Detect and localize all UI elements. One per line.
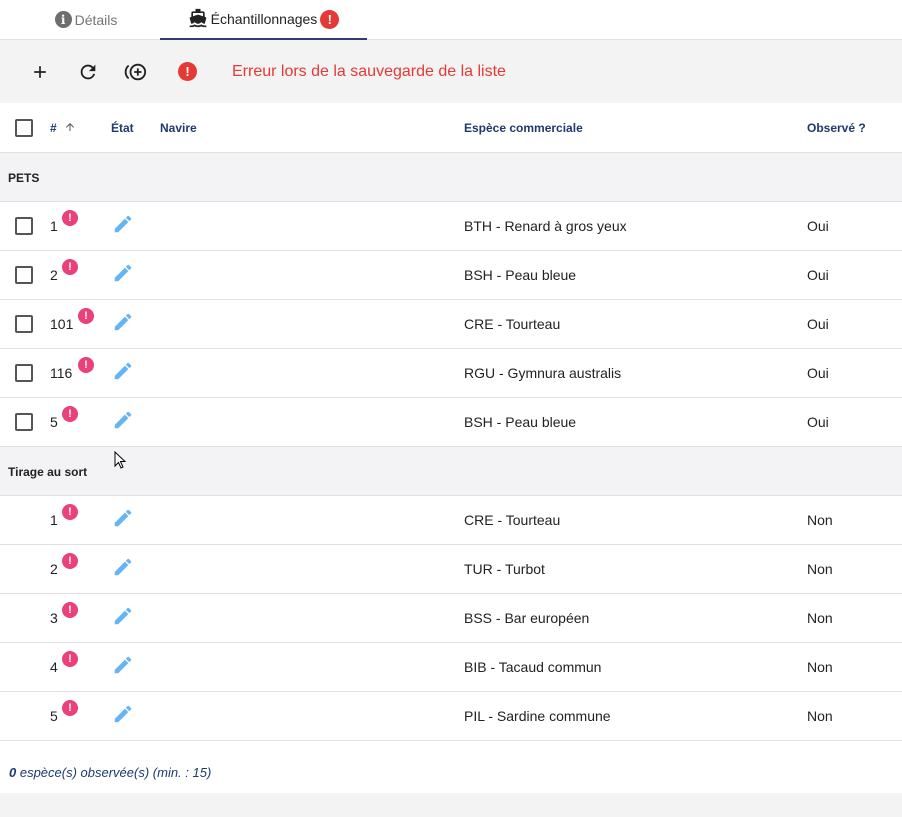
column-species-header[interactable]: Espèce commerciale bbox=[464, 121, 583, 135]
error-icon: ! bbox=[320, 9, 340, 29]
row-checkbox[interactable] bbox=[15, 315, 33, 333]
row-observed: Non bbox=[807, 610, 833, 626]
row-number: 1 bbox=[50, 218, 58, 234]
tab-samplings-label: Échantillonnages bbox=[210, 11, 318, 27]
row-number: 101 bbox=[50, 316, 74, 332]
table-header: # État Navire Espèce commerciale Observé… bbox=[0, 103, 902, 153]
save-error-message: Erreur lors de la sauvegarde de la liste bbox=[232, 63, 506, 80]
edit-icon[interactable] bbox=[112, 262, 134, 289]
row-checkbox[interactable] bbox=[15, 364, 33, 382]
row-number: 116 bbox=[50, 365, 73, 381]
table-row[interactable]: 2! BSH - Peau bleue Oui bbox=[0, 251, 902, 300]
row-error-icon: ! bbox=[78, 308, 94, 324]
row-error-icon: ! bbox=[62, 553, 78, 569]
edit-icon[interactable] bbox=[112, 213, 134, 240]
row-species: BSS - Bar européen bbox=[464, 610, 590, 626]
group-label: Tirage au sort bbox=[8, 465, 88, 479]
row-species: PIL - Sardine commune bbox=[464, 708, 611, 724]
select-all-checkbox[interactable] bbox=[15, 119, 33, 137]
mouse-cursor-icon bbox=[114, 451, 127, 469]
row-checkbox[interactable] bbox=[15, 413, 33, 431]
edit-icon[interactable] bbox=[112, 360, 134, 387]
row-error-icon: ! bbox=[62, 259, 78, 275]
row-number: 5 bbox=[50, 414, 58, 430]
row-number: 3 bbox=[50, 610, 58, 626]
table-row[interactable]: 2! TUR - Turbot Non bbox=[0, 545, 902, 594]
edit-icon[interactable] bbox=[112, 654, 134, 681]
row-observed: Non bbox=[807, 708, 833, 724]
row-error-icon: ! bbox=[62, 602, 78, 618]
tab-details[interactable]: i Détails bbox=[36, 0, 136, 39]
row-number: 2 bbox=[50, 561, 58, 577]
column-state-header[interactable]: État bbox=[111, 121, 134, 135]
row-error-icon: ! bbox=[62, 406, 78, 422]
add-icon bbox=[34, 66, 46, 78]
table-row[interactable]: 1! BTH - Renard à gros yeux Oui bbox=[0, 202, 902, 251]
row-observed: Non bbox=[807, 561, 833, 577]
table-row[interactable]: 116! RGU - Gymnura australis Oui bbox=[0, 349, 902, 398]
tab-samplings[interactable]: Échantillonnages ! bbox=[160, 0, 367, 40]
row-error-icon: ! bbox=[62, 504, 78, 520]
row-number: 2 bbox=[50, 267, 58, 283]
column-observed-header[interactable]: Observé ? bbox=[807, 121, 866, 135]
ship-icon bbox=[188, 8, 208, 31]
observed-species-count: 0 espèce(s) observée(s) (min. : 15) bbox=[9, 765, 212, 780]
row-observed: Non bbox=[807, 512, 833, 528]
group-header-row: PETS bbox=[0, 153, 902, 202]
edit-icon[interactable] bbox=[112, 311, 134, 338]
add-multiple-button[interactable] bbox=[119, 55, 153, 89]
edit-icon[interactable] bbox=[112, 605, 134, 632]
table-footer: 0 espèce(s) observée(s) (min. : 15) bbox=[0, 741, 902, 793]
row-observed: Oui bbox=[807, 316, 829, 332]
row-number: 1 bbox=[50, 512, 58, 528]
group-header-row: Tirage au sort bbox=[0, 447, 902, 496]
row-observed: Oui bbox=[807, 267, 829, 283]
row-species: BSH - Peau bleue bbox=[464, 414, 577, 430]
edit-icon[interactable] bbox=[112, 507, 134, 534]
table-row[interactable]: 5! PIL - Sardine commune Non bbox=[0, 692, 902, 741]
row-number: 5 bbox=[50, 708, 58, 724]
table-row[interactable]: 5! BSH - Peau bleue Oui bbox=[0, 398, 902, 447]
refresh-icon bbox=[80, 64, 96, 80]
table-row[interactable]: 3! BSS - Bar européen Non bbox=[0, 594, 902, 643]
edit-icon[interactable] bbox=[112, 556, 134, 583]
row-species: BSH - Peau bleue bbox=[464, 267, 577, 283]
row-observed: Oui bbox=[807, 414, 829, 430]
row-species: RGU - Gymnura australis bbox=[464, 365, 622, 381]
row-species: CRE - Tourteau bbox=[464, 316, 561, 332]
row-species: TUR - Turbot bbox=[464, 561, 545, 577]
info-icon: i bbox=[54, 11, 72, 28]
row-species: BIB - Tacaud commun bbox=[464, 659, 602, 675]
row-observed: Oui bbox=[807, 365, 829, 381]
row-error-icon: ! bbox=[62, 700, 78, 716]
edit-icon[interactable] bbox=[112, 409, 134, 436]
row-observed: Non bbox=[807, 659, 833, 675]
row-error-icon: ! bbox=[62, 651, 78, 667]
row-species: BTH - Renard à gros yeux bbox=[464, 218, 627, 234]
row-observed: Oui bbox=[807, 218, 829, 234]
row-checkbox[interactable] bbox=[15, 217, 33, 235]
row-species: CRE - Tourteau bbox=[464, 512, 561, 528]
row-error-icon: ! bbox=[78, 357, 94, 373]
error-icon: ! bbox=[178, 62, 197, 81]
add-button[interactable] bbox=[23, 55, 57, 89]
refresh-button[interactable] bbox=[71, 55, 105, 89]
row-checkbox[interactable] bbox=[15, 266, 33, 284]
add-circle-icon bbox=[124, 63, 147, 81]
table-row[interactable]: 1! CRE - Tourteau Non bbox=[0, 496, 902, 545]
tab-details-label: Détails bbox=[74, 11, 118, 28]
column-number-header[interactable]: # bbox=[50, 121, 76, 135]
edit-icon[interactable] bbox=[112, 703, 134, 730]
group-label: PETS bbox=[8, 171, 40, 185]
table-row[interactable]: 4! BIB - Tacaud commun Non bbox=[0, 643, 902, 692]
column-vessel-header[interactable]: Navire bbox=[160, 121, 197, 135]
toolbar: ! Erreur lors de la sauvegarde de la lis… bbox=[0, 40, 902, 103]
samplings-table: # État Navire Espèce commerciale Observé… bbox=[0, 103, 902, 793]
table-row[interactable]: 101! CRE - Tourteau Oui bbox=[0, 300, 902, 349]
row-number: 4 bbox=[50, 659, 58, 675]
tab-bar: i Détails Échantillonnages ! bbox=[0, 0, 902, 40]
sort-arrow-up-icon bbox=[66, 123, 75, 131]
row-error-icon: ! bbox=[62, 210, 78, 226]
